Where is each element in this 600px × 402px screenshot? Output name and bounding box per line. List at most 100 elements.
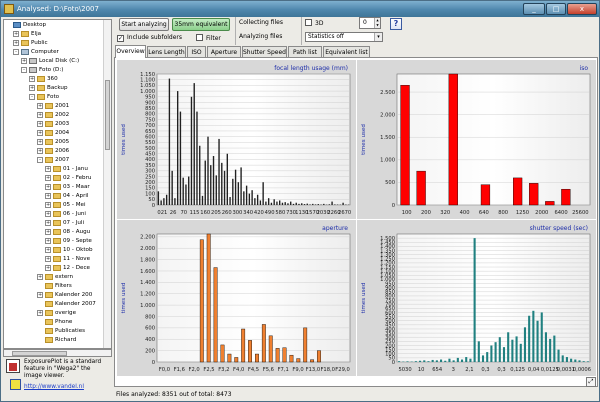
statistics-dropdown[interactable]: Statistics off ▾ [305,32,383,42]
expand-icon[interactable]: + [29,76,35,82]
expand-icon[interactable]: + [45,229,51,235]
tree-item[interactable]: +2001 [4,102,104,111]
website-link[interactable]: http://www.vandel.nl [24,384,84,391]
equivalent-35mm-button[interactable]: 35mm equivalent [172,18,230,31]
tree-item[interactable]: +2002 [4,111,104,120]
tree-item[interactable]: +05 - Mei [4,201,104,210]
expand-icon[interactable]: + [45,211,51,217]
minimize-button[interactable]: _ [523,3,545,15]
tree-item[interactable]: - 2007 [4,156,104,165]
maximize-button[interactable]: □ [546,3,566,15]
tree-item[interactable]: +02 - Febru [4,174,104,183]
tree-item-label: 08 - Augu [63,229,91,235]
scroll-thumb[interactable] [12,351,67,356]
help-button[interactable]: ? [390,18,402,30]
tree-item[interactable]: - Foto (D:) [4,66,104,75]
y-tick-label: 1.150 [140,72,155,78]
expand-icon[interactable]: + [45,247,51,253]
tree-item[interactable]: +2006 [4,147,104,156]
tree-item[interactable]: + overige [4,309,104,318]
expand-icon[interactable]: + [37,274,43,280]
expand-icon[interactable]: + [45,166,51,172]
tree-item[interactable]: +2005 [4,138,104,147]
spinner-arrows-icon[interactable]: ▲ ▼ [374,18,380,28]
collapse-icon[interactable]: - [21,67,27,73]
collapse-icon[interactable]: - [29,94,35,100]
checkbox-box[interactable] [305,19,312,26]
close-button[interactable]: x [567,3,597,15]
tree-item[interactable]: +01 - Janu [4,165,104,174]
scroll-thumb[interactable] [105,80,110,150]
angle-spinner[interactable]: 0 ▲ ▼ [359,17,381,29]
bar [221,162,223,205]
start-analyzing-button[interactable]: Start analyzing [119,18,169,31]
expand-icon[interactable]: + [13,40,19,46]
three-d-checkbox[interactable]: 3D [305,19,323,28]
expand-icon[interactable]: + [37,310,43,316]
tree-item[interactable]: Desktop [4,21,104,30]
tree-item[interactable]: + Public [4,39,104,48]
tree-item-label: 02 - Febru [63,175,92,181]
expand-icon[interactable]: + [37,292,43,298]
expand-icon[interactable]: + [45,220,51,226]
tree-item[interactable]: +09 - Septe [4,237,104,246]
x-tick-label: F2,5 [203,367,214,373]
expand-icon[interactable]: + [37,139,43,145]
tree-item[interactable]: +10 - Oktob [4,246,104,255]
expand-icon[interactable]: + [45,265,51,271]
expand-icon[interactable]: + [37,148,43,154]
expand-icon[interactable]: + [37,103,43,109]
tree-horizontal-scrollbar[interactable] [3,349,112,357]
tree-item[interactable]: +12 - Dece [4,264,104,273]
tree-item[interactable]: +07 - Juli [4,219,104,228]
expand-icon[interactable]: + [37,121,43,127]
tab-overview[interactable]: Overview [115,45,146,58]
tree-item[interactable]: Phone [4,318,104,327]
expand-icon[interactable]: + [45,202,51,208]
tree-item[interactable]: +2003 [4,120,104,129]
expand-icon[interactable]: + [37,130,43,136]
tree-item[interactable]: Richard [4,336,104,345]
tree-item[interactable]: + Backup [4,84,104,93]
expand-icon[interactable]: + [45,193,51,199]
expand-icon[interactable]: + [45,238,51,244]
y-tick-label: 1.500 [380,236,395,242]
include-subfolders-checkbox[interactable]: ✓ Include subfolders [117,34,182,42]
tree-item[interactable]: +06 - Juni [4,210,104,219]
folder-icon [45,148,53,154]
bar [206,233,211,363]
tree-item[interactable]: Filters [4,282,104,291]
tree-item[interactable]: + Kalender 200 [4,291,104,300]
bar [306,203,308,205]
tree-vertical-scrollbar[interactable] [103,20,111,348]
tree-item[interactable]: + Local Disk (C:) [4,57,104,66]
tree-item[interactable]: Publicaties [4,327,104,336]
tree-item[interactable]: +360 [4,75,104,84]
expand-icon[interactable]: + [29,85,35,91]
expand-icon[interactable]: + [21,58,27,64]
tree-item[interactable]: +03 - Maar [4,183,104,192]
filter-checkbox[interactable]: Filter [196,34,221,43]
expand-icon[interactable]: + [13,31,19,37]
collapse-icon[interactable]: - [13,49,19,55]
tree-item[interactable]: Kalender 2007 [4,300,104,309]
tree-item[interactable]: +08 - Augu [4,228,104,237]
chevron-down-icon[interactable]: ▾ [374,33,382,41]
bar [284,202,286,205]
folder-tree[interactable]: Desktop + Elja + Public - Computer + Local Disk … [3,19,112,349]
tree-item[interactable]: + Elja [4,30,104,39]
expand-icon[interactable]: + [45,184,51,190]
checkbox-box[interactable] [196,34,203,41]
tree-item[interactable]: +04 - April [4,192,104,201]
tree-item[interactable]: - Foto [4,93,104,102]
collapse-icon[interactable]: - [37,157,43,163]
tree-item[interactable]: +11 - Nove [4,255,104,264]
expand-icon[interactable]: ⤢ [586,377,596,387]
tree-item[interactable]: + extern [4,273,104,282]
tree-item[interactable]: - Computer [4,48,104,57]
checkbox-box[interactable]: ✓ [117,35,124,42]
tree-item[interactable]: +2004 [4,129,104,138]
expand-icon[interactable]: + [45,175,51,181]
expand-icon[interactable]: + [45,256,51,262]
expand-icon[interactable]: + [37,112,43,118]
